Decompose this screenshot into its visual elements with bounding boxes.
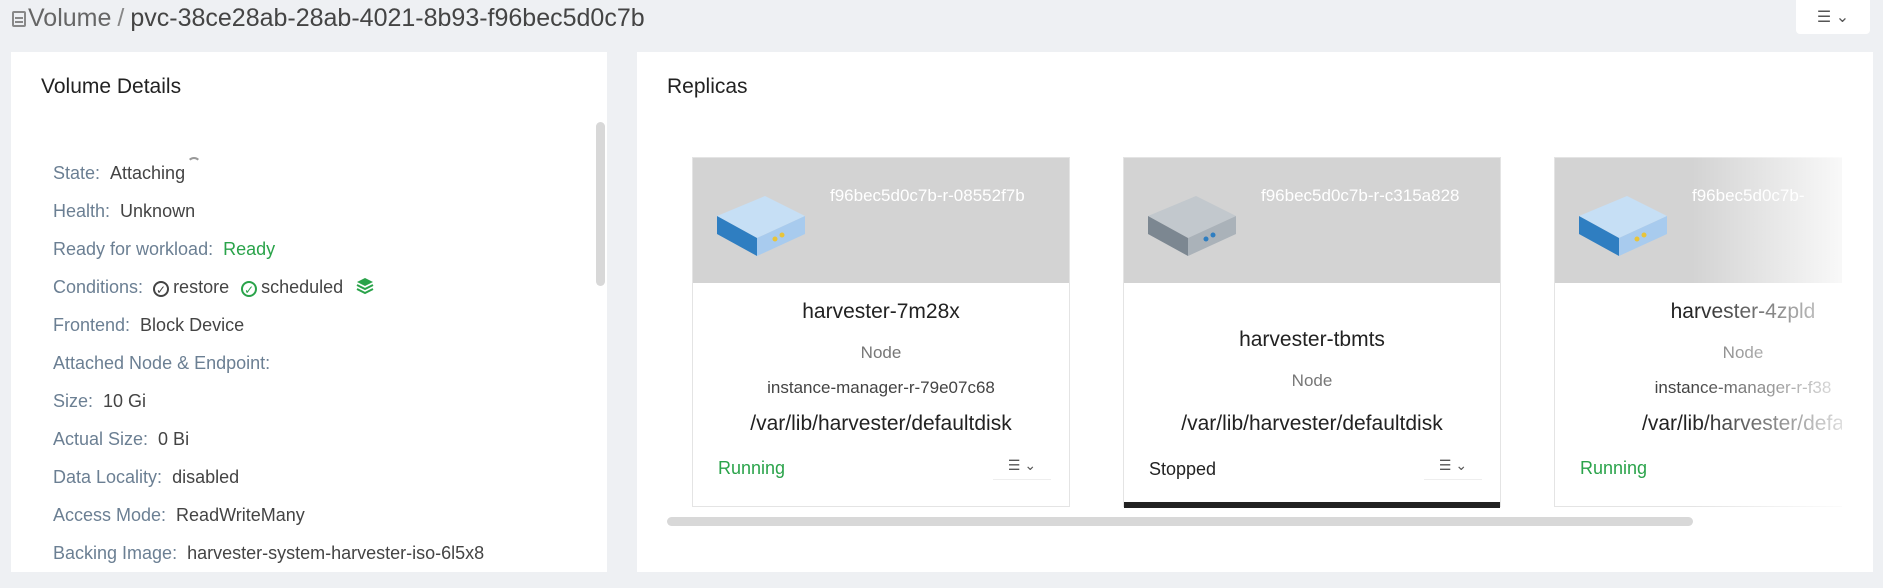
detail-label: State: [53, 163, 101, 183]
replica-status: Running [1580, 458, 1648, 478]
replica-host[interactable]: harvester-tbmts [1124, 328, 1500, 352]
detail-label: Ready for workload: [53, 239, 214, 259]
detail-label: Frontend: [53, 315, 131, 335]
detail-value: Unknown [120, 201, 196, 221]
detail-label: Health: [53, 201, 111, 221]
replica-card-header: f96bec5d0c7b- [1555, 158, 1842, 283]
detail-state: State: Attaching [53, 154, 484, 192]
detail-conditions: Conditions: ✓ restore ✓ scheduled [53, 268, 484, 306]
replica-id: f96bec5d0c7b-r-08552f7b [830, 186, 1025, 205]
detail-ready: Ready for workload: Ready [53, 230, 484, 268]
server-icon [1579, 196, 1667, 256]
detail-value: disabled [172, 467, 240, 487]
condition-scheduled: ✓ scheduled [241, 277, 343, 297]
replica-disk-path: /var/lib/harvester/defa [1642, 412, 1842, 435]
replica-card[interactable]: f96bec5d0c7b- harvester-4zpld Node insta… [1554, 157, 1842, 507]
replicas-panel: Replicas f96bec5d0c7b-r-08552f7b harvest… [637, 52, 1873, 572]
detail-value: ReadWriteMany [176, 505, 305, 525]
detail-data-locality: Data Locality: disabled [53, 458, 484, 496]
loading-spinner-icon [187, 157, 202, 171]
stopped-indicator-bar [1124, 502, 1500, 508]
replicas-carousel: f96bec5d0c7b-r-08552f7b harvester-7m28x … [692, 157, 1842, 509]
breadcrumb-separator: / [117, 4, 125, 32]
horizontal-scrollbar[interactable] [667, 517, 1693, 526]
detail-value: Attaching [110, 163, 186, 183]
detail-label: Attached Node & Endpoint: [53, 353, 271, 373]
list-icon: ☰ [1816, 9, 1832, 26]
detail-value: harvester-system-harvester-iso-6l5x8 [187, 543, 485, 563]
replica-status: Stopped [1149, 459, 1217, 479]
volume-details-panel: Volume Details State: Attaching Health: Un… [11, 52, 607, 572]
replica-disk-path: /var/lib/harvester/defaultdisk [1181, 412, 1443, 435]
replica-instance-manager: instance-manager-r-f38 [1654, 378, 1832, 397]
chevron-down-icon: ⌄ [1835, 9, 1850, 26]
check-circle-icon: ✓ [241, 281, 258, 297]
breadcrumb: Volume / pvc-38ce28ab-28ab-4021-8b93-f96be… [12, 4, 645, 33]
replica-actions-button[interactable]: ☰ ⌄ [1424, 451, 1482, 480]
volume-name: pvc-38ce28ab-28ab-4021-8b93-f96bec5d0c7b [130, 4, 645, 32]
replica-card[interactable]: f96bec5d0c7b-r-c315a828 harvester-tbmts … [1123, 157, 1501, 508]
replica-node-label: Node [1291, 371, 1333, 390]
server-icon [717, 196, 805, 256]
replica-disk-path: /var/lib/harvester/defaultdisk [750, 412, 1012, 435]
detail-label: Access Mode: [53, 505, 167, 525]
detail-value: 10 Gi [103, 391, 147, 411]
detail-backing-image: Backing Image: harvester-system-harvester… [53, 534, 484, 572]
detail-attached-node: Attached Node & Endpoint: [53, 344, 484, 382]
replica-instance-manager: instance-manager-r-79e07c68 [767, 378, 995, 397]
list-icon: ☰ [1438, 457, 1452, 473]
chevron-down-icon: ⌄ [1024, 457, 1037, 473]
detail-value: Ready [223, 239, 276, 259]
replica-status: Running [718, 458, 786, 478]
replica-actions-button[interactable]: ☰ ⌄ [993, 451, 1051, 480]
volume-icon [12, 11, 26, 27]
detail-actual-size: Actual Size: 0 Bi [53, 420, 484, 458]
detail-label: Size: [53, 391, 94, 411]
detail-size: Size: 10 Gi [53, 382, 484, 420]
breadcrumb-volume-link[interactable]: Volume [28, 4, 111, 32]
detail-label: Backing Image: [53, 543, 178, 563]
volume-details-list: State: Attaching Health: Unknown Ready for… [53, 154, 484, 572]
page-actions-menu-button[interactable]: ☰ ⌄ [1796, 0, 1870, 34]
list-icon: ☰ [1007, 457, 1021, 473]
detail-label: Data Locality: [53, 467, 163, 487]
replica-host[interactable]: harvester-4zpld [1555, 300, 1842, 324]
check-circle-icon: ✓ [153, 281, 170, 297]
replica-host[interactable]: harvester-7m28x [693, 300, 1069, 324]
vertical-scrollbar[interactable] [596, 122, 605, 286]
detail-value: Block Device [140, 315, 245, 335]
replicas-title: Replicas [667, 75, 748, 98]
replica-card-header: f96bec5d0c7b-r-08552f7b [693, 158, 1069, 283]
detail-label: Conditions: [53, 277, 144, 297]
condition-restore: ✓ restore [153, 277, 229, 297]
replica-id: f96bec5d0c7b- [1692, 186, 1805, 205]
detail-access-mode: Access Mode: ReadWriteMany [53, 496, 484, 534]
page-header: Volume / pvc-38ce28ab-28ab-4021-8b93-f96be… [0, 0, 1883, 40]
layers-icon[interactable] [355, 271, 375, 309]
detail-value: 0 Bi [158, 429, 190, 449]
detail-label: Actual Size: [53, 429, 149, 449]
replica-card[interactable]: f96bec5d0c7b-r-08552f7b harvester-7m28x … [692, 157, 1070, 507]
detail-health: Health: Unknown [53, 192, 484, 230]
volume-details-title: Volume Details [41, 75, 182, 98]
replica-node-label: Node [1722, 343, 1764, 362]
replica-id: f96bec5d0c7b-r-c315a828 [1261, 186, 1460, 205]
replica-card-header: f96bec5d0c7b-r-c315a828 [1124, 158, 1500, 283]
replica-node-label: Node [860, 343, 902, 362]
server-icon [1148, 196, 1236, 256]
detail-frontend: Frontend: Block Device [53, 306, 484, 344]
chevron-down-icon: ⌄ [1455, 457, 1468, 473]
